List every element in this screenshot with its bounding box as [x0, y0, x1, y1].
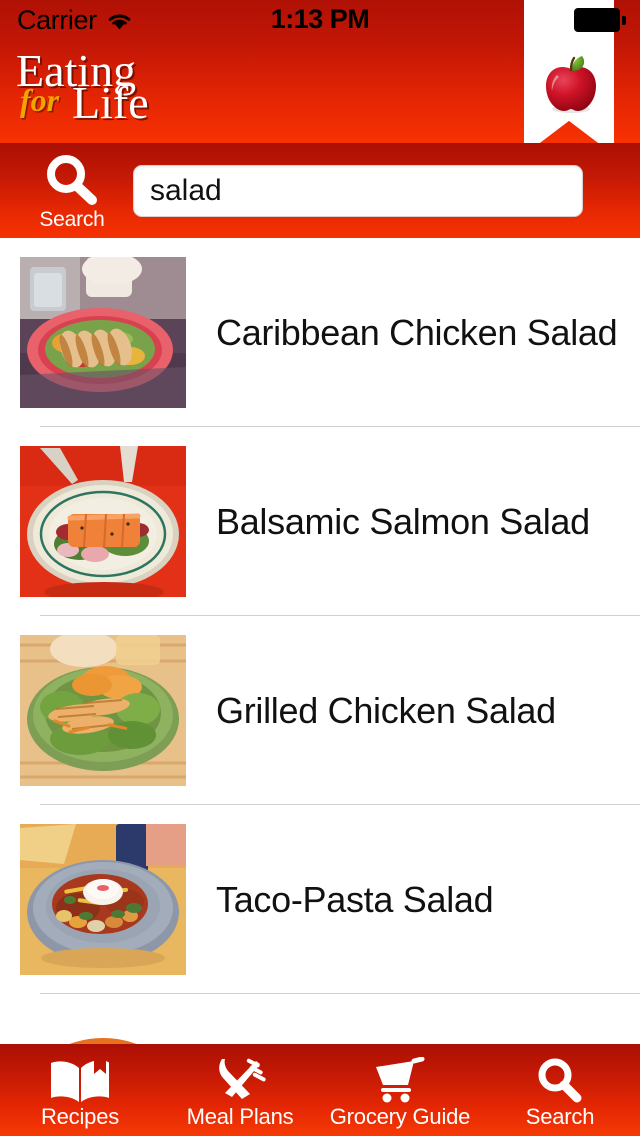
tab-bar: Recipes Meal Plans Grocery Guide Search	[0, 1044, 640, 1136]
tab-label-grocery-guide: Grocery Guide	[329, 1103, 471, 1129]
logo-word-for: for	[20, 82, 60, 118]
apple-icon	[546, 56, 596, 113]
list-item[interactable]: Caribbean Chicken Salad	[0, 238, 640, 427]
status-time: 1:13 PM	[270, 4, 370, 34]
tab-label-recipes: Recipes	[40, 1103, 120, 1129]
logo-line-life: Life	[72, 77, 149, 128]
open-book-icon	[49, 1057, 111, 1103]
tab-grocery-guide[interactable]: Grocery Guide	[320, 1044, 480, 1136]
recipe-thumbnail	[20, 635, 186, 786]
recipe-thumbnail	[20, 257, 186, 408]
shopping-cart-icon	[370, 1056, 430, 1103]
tab-search[interactable]: Search	[480, 1044, 640, 1136]
tab-label-search: Search	[525, 1103, 595, 1129]
list-item[interactable]: Taco-Pasta Salad	[0, 805, 640, 994]
recipe-thumbnail	[20, 1006, 186, 1044]
search-input[interactable]	[133, 165, 583, 217]
search-label: Search	[39, 208, 105, 231]
list-item[interactable]	[0, 994, 640, 1044]
recipe-thumbnail	[20, 446, 186, 597]
recipe-title: Balsamic Salmon Salad	[216, 500, 590, 542]
app-logo: Eating for Life	[14, 48, 274, 138]
search-button[interactable]: Search	[28, 153, 116, 233]
recipe-title: Taco-Pasta Salad	[216, 878, 494, 920]
tab-recipes[interactable]: Recipes	[0, 1044, 160, 1136]
recipe-title: Caribbean Chicken Salad	[216, 311, 618, 353]
fork-knife-icon	[212, 1057, 268, 1103]
tab-meal-plans[interactable]: Meal Plans	[160, 1044, 320, 1136]
battery-body	[574, 8, 620, 32]
search-results-list[interactable]: Caribbean Chicken Salad Balsamic Salmon …	[0, 238, 640, 1044]
recipe-title: Grilled Chicken Salad	[216, 689, 556, 731]
tab-label-meal-plans: Meal Plans	[186, 1103, 294, 1129]
status-bar: Carrier 1:13 PM	[0, 0, 640, 40]
recipe-thumbnail	[20, 824, 186, 975]
list-item[interactable]: Grilled Chicken Salad	[0, 616, 640, 805]
magnifier-icon	[534, 1057, 586, 1103]
battery-cap	[622, 16, 626, 25]
search-magnifier-icon	[47, 155, 97, 205]
list-item[interactable]: Balsamic Salmon Salad	[0, 427, 640, 616]
battery-icon	[574, 8, 626, 32]
